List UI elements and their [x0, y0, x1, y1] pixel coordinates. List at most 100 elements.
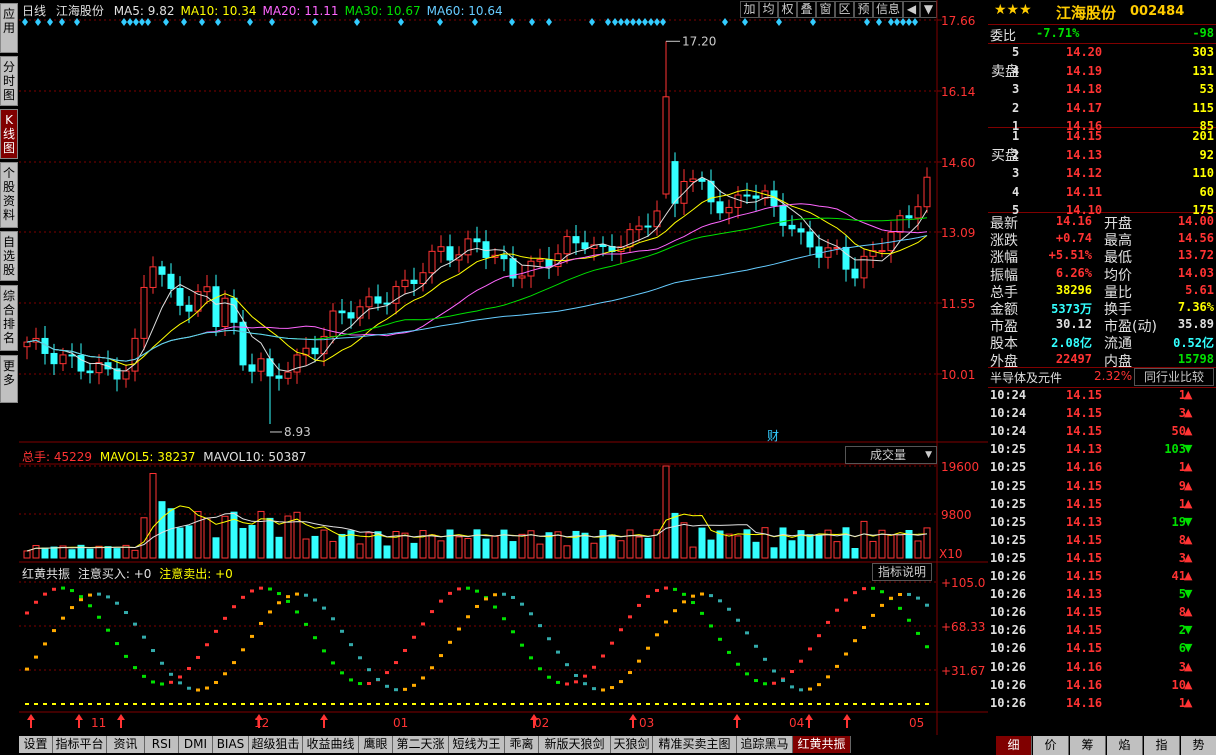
indicator-dot	[214, 629, 218, 633]
indicator-dot	[754, 679, 758, 683]
indicator-tab[interactable]: 鹰眼	[359, 736, 393, 753]
indicator-tab[interactable]: 设置	[19, 736, 53, 753]
price-axis-label: 13.09	[941, 226, 975, 240]
weibi-value: -7.71%	[1036, 26, 1080, 40]
indicator-baseline-dot	[367, 703, 371, 705]
tick-time: 10:25	[990, 460, 1027, 475]
indicator-tab[interactable]: 精准买卖主图	[653, 736, 737, 753]
indicator-tab[interactable]: 收益曲线	[303, 736, 359, 753]
quote-tab[interactable]: 细	[996, 736, 1032, 755]
candle-body	[797, 228, 805, 233]
indicator-tab[interactable]: 红黄共振	[793, 736, 851, 753]
indicator-dot	[709, 594, 713, 598]
indicator-tab[interactable]: RSI	[145, 736, 179, 753]
indicator-baseline-dot	[880, 703, 884, 705]
indicator-dot	[637, 659, 641, 663]
candle-body	[878, 250, 886, 253]
volume-indicator-select[interactable]: 成交量 ▼	[845, 446, 937, 464]
sell-volume: 53	[1199, 82, 1214, 96]
volume-header: 总手: 45229 MAVOL5: 38237 MAVOL10: 50387	[22, 448, 307, 465]
quote-tab[interactable]: 价	[1033, 736, 1069, 755]
indicator-explain-button[interactable]: 指标说明	[872, 563, 932, 581]
volume-bar	[410, 542, 418, 559]
left-tab-watchlist[interactable]: 自选股	[0, 231, 18, 281]
left-tab-profile[interactable]: 个股资料	[0, 162, 18, 228]
indicator-baseline-dot	[340, 703, 344, 705]
indicator-dot	[574, 680, 578, 684]
signal-diamond-icon	[636, 18, 642, 26]
quote-tab[interactable]: 焰	[1107, 736, 1143, 755]
indicator-baseline-dot	[673, 703, 677, 705]
left-tab-kline[interactable]: K线图	[0, 109, 18, 159]
indicator-baseline-dot	[106, 703, 110, 705]
quote-tab[interactable]: 势	[1181, 736, 1216, 755]
volume-bar	[482, 538, 490, 559]
industry-compare-button[interactable]: 同行业比较	[1134, 368, 1214, 386]
indicator-tab[interactable]: 短线为王	[449, 736, 505, 753]
volume-bar	[590, 542, 598, 559]
indicator-dot	[232, 661, 236, 665]
indicator-dot	[448, 640, 452, 644]
candle-body	[599, 244, 607, 248]
left-tab-timeshare[interactable]: 分时图	[0, 56, 18, 106]
volume-bar	[320, 529, 328, 559]
indicator-dot	[871, 613, 875, 617]
buy-level: 3	[1012, 166, 1020, 180]
indicator-dot	[772, 681, 776, 685]
indicator-tab[interactable]: 第二天涨	[393, 736, 449, 753]
buy-level: 4	[1012, 184, 1020, 199]
indicator-dot	[97, 592, 101, 596]
indicator-tab[interactable]: 追踪黑马	[737, 736, 793, 753]
tick-time: 10:25	[990, 532, 1027, 547]
indicator-dot	[79, 598, 83, 602]
candle-body	[203, 286, 211, 293]
indicator-tab[interactable]: DMI	[179, 736, 213, 753]
volume-bar	[707, 539, 715, 559]
indicator-baseline-dot	[664, 703, 668, 705]
stat-value: +5.51%	[1048, 248, 1092, 263]
signal-diamond-icon	[742, 18, 748, 26]
signal-diamond-icon	[612, 18, 618, 26]
left-tab-apps[interactable]: 应用	[0, 3, 18, 53]
stat-value: 14.00	[1177, 214, 1214, 228]
arrow-up-icon: ▲	[1184, 532, 1193, 546]
arrow-up-icon	[75, 714, 83, 728]
quote-tab[interactable]: 指	[1144, 736, 1180, 755]
sell-price: 14.17	[1066, 100, 1103, 115]
candle-body	[518, 275, 526, 279]
indicator-dot	[538, 667, 542, 671]
volume-bar	[338, 533, 346, 559]
arrow-up-icon: ▲	[1184, 569, 1193, 582]
indicator-tab[interactable]: 超级狙击	[249, 736, 303, 753]
indicator-tab[interactable]: 新版天狼剑	[539, 736, 611, 753]
indicator-dot	[637, 603, 641, 607]
indicator-tab[interactable]: 天狼剑	[611, 736, 653, 753]
indicator-tab[interactable]: 指标平台	[53, 736, 107, 753]
candle-body	[284, 371, 292, 379]
left-tab-more[interactable]: 更多	[0, 355, 18, 403]
indicator-dot	[385, 671, 389, 675]
quote-tab[interactable]: 筹	[1070, 736, 1106, 755]
kline-chart[interactable]: 17.66 16.14 14.60 13.09 11.55 10.01 19600 9800 X…	[19, 0, 988, 735]
indicator-tab[interactable]: 资讯	[107, 736, 145, 753]
indicator-baseline-dot	[619, 703, 623, 705]
indicator-tab[interactable]: 乖离	[505, 736, 539, 753]
indicator-dot	[853, 639, 857, 643]
indicator-tab[interactable]: BIAS	[213, 736, 249, 753]
left-tab-ranking[interactable]: 综合排名	[0, 285, 18, 351]
arrow-up-icon: ▲	[1184, 406, 1193, 420]
sell-level: 3	[1012, 82, 1020, 96]
indicator-baseline-dot	[556, 703, 560, 705]
date-axis-label: 03	[639, 716, 654, 730]
indicator-dot	[376, 677, 380, 681]
signal-diamond-icon	[47, 18, 53, 26]
indicator-dot	[700, 592, 704, 596]
indicator-dot	[808, 687, 812, 691]
sell-price: 14.19	[1066, 63, 1103, 78]
tick-time: 10:26	[990, 659, 1027, 674]
indicator-dot	[484, 597, 488, 601]
indicator-dot	[511, 630, 515, 634]
indicator-dot	[403, 648, 407, 652]
tick-time: 10:26	[990, 641, 1027, 656]
volume-axis-label: 9800	[941, 508, 972, 522]
